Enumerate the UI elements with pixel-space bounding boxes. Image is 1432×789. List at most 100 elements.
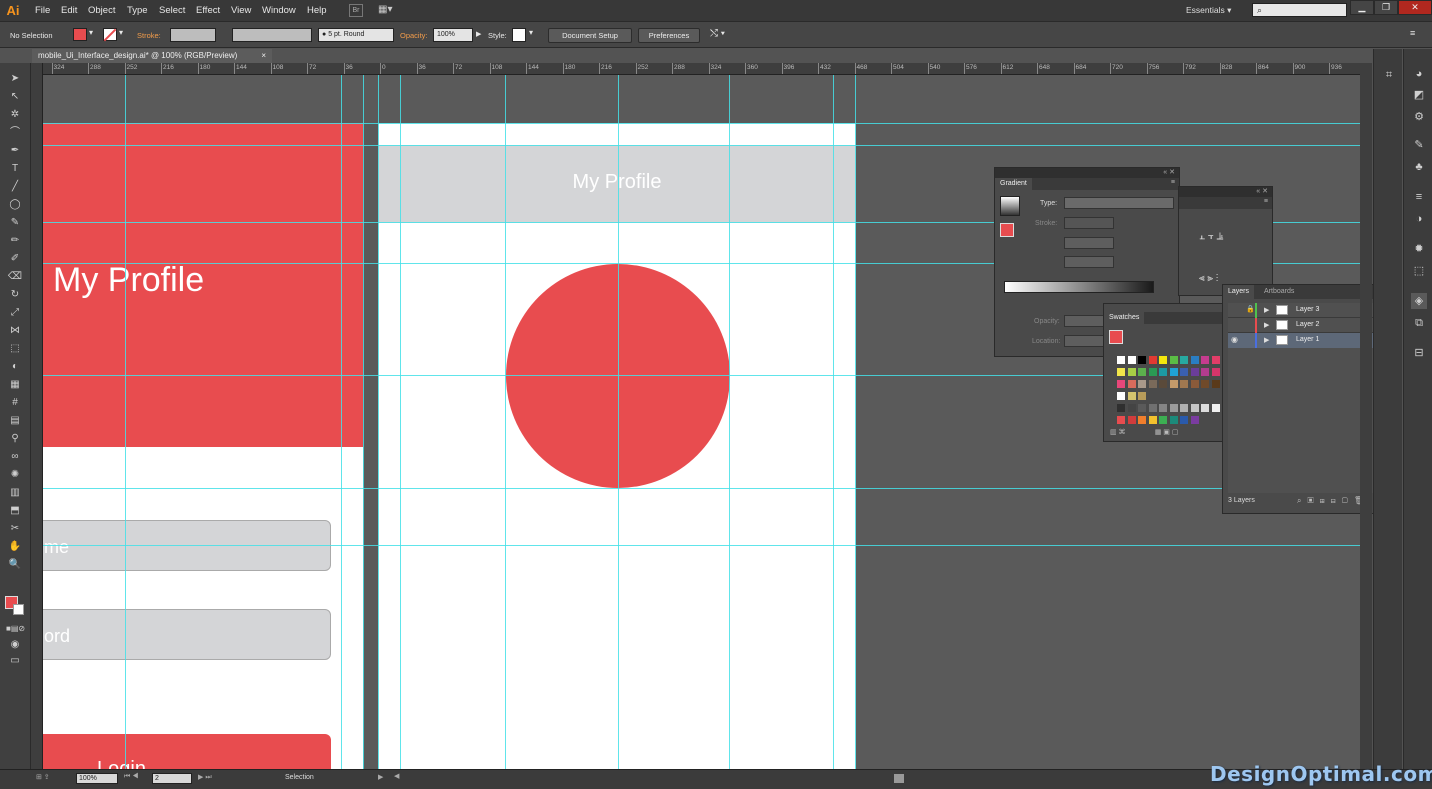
artboards-tab[interactable]: Artboards bbox=[1259, 285, 1300, 299]
paintbrush-tool-icon[interactable]: ✎ bbox=[6, 215, 24, 231]
color-swatch[interactable] bbox=[1180, 380, 1188, 388]
color-swatch[interactable] bbox=[1169, 416, 1178, 424]
graphic-style-swatch[interactable] bbox=[512, 28, 526, 42]
stroke-weight-input[interactable] bbox=[170, 28, 216, 42]
gradient-type-select[interactable] bbox=[1064, 197, 1174, 209]
preferences-button[interactable]: Preferences bbox=[638, 28, 700, 43]
artboard-number-select[interactable]: 2 bbox=[152, 773, 192, 784]
symbols-icon[interactable]: ♣ bbox=[1411, 159, 1427, 175]
symbol-sprayer-tool-icon[interactable]: ✺ bbox=[6, 467, 24, 483]
type-tool-icon[interactable]: T bbox=[6, 161, 24, 177]
color-swatch[interactable] bbox=[1159, 356, 1167, 364]
color-swatch[interactable] bbox=[1169, 404, 1178, 412]
color-swatch[interactable] bbox=[1117, 404, 1125, 412]
scroll-left-icon[interactable]: ◀ bbox=[394, 772, 399, 780]
color-swatch[interactable] bbox=[1201, 404, 1209, 412]
color-swatch[interactable] bbox=[1138, 404, 1146, 412]
status-icons[interactable]: ⊞ ⇪ bbox=[36, 773, 50, 781]
menu-select[interactable]: Select bbox=[159, 5, 185, 16]
color-swatch[interactable] bbox=[1148, 404, 1157, 412]
artboard-2[interactable]: My Profile bbox=[378, 123, 856, 769]
gradient-slider[interactable] bbox=[1004, 281, 1154, 293]
color-swatch[interactable] bbox=[1117, 368, 1125, 376]
rotate-tool-icon[interactable]: ↻ bbox=[6, 287, 24, 303]
color-swatch[interactable] bbox=[1138, 392, 1146, 400]
color-swatch[interactable] bbox=[1169, 380, 1178, 388]
color-swatch[interactable] bbox=[1190, 404, 1199, 412]
expand-arrow-icon[interactable]: ▶ bbox=[1264, 306, 1269, 314]
swatch-fill-indicator[interactable] bbox=[1109, 330, 1123, 344]
gradient-preview-swatch[interactable] bbox=[1000, 196, 1020, 216]
selection-tool-icon[interactable]: ➤ bbox=[6, 71, 24, 87]
hand-tool-icon[interactable]: ✋ bbox=[6, 539, 24, 555]
color-swatch[interactable] bbox=[1159, 416, 1167, 424]
panel-menu-icon[interactable]: ≡ bbox=[1410, 28, 1415, 38]
artboard-nav-next-icons[interactable]: ▶ ⏭ bbox=[198, 773, 212, 782]
zoom-tool-icon[interactable]: 🔍 bbox=[6, 557, 24, 573]
layers-tab[interactable]: Layers bbox=[1223, 285, 1255, 299]
graphic-styles-icon[interactable]: ⬚ bbox=[1411, 263, 1427, 279]
mesh-tool-icon[interactable]: # bbox=[6, 395, 24, 411]
document-setup-button[interactable]: Document Setup bbox=[548, 28, 632, 43]
swatch-library-icons[interactable]: ▥ ⌘ ▦ ▣ ▢ bbox=[1110, 428, 1178, 436]
lock-icon[interactable]: 🔒 bbox=[1246, 305, 1255, 313]
swatches-tab[interactable]: Swatches bbox=[1104, 312, 1145, 324]
magic-wand-tool-icon[interactable]: ✲ bbox=[6, 107, 24, 123]
color-swatch[interactable] bbox=[1169, 368, 1178, 376]
gradient-location-input[interactable] bbox=[1064, 335, 1104, 347]
document-tab[interactable]: mobile_Ui_Interface_design.ai* @ 100% (R… bbox=[32, 49, 272, 63]
width-tool-icon[interactable]: ⋈ bbox=[6, 323, 24, 339]
gradient-tool-icon[interactable]: ▤ bbox=[6, 413, 24, 429]
gradient-fill-swatch[interactable] bbox=[1000, 223, 1014, 237]
color-swatch[interactable] bbox=[1180, 356, 1188, 364]
color-swatch[interactable] bbox=[1148, 416, 1157, 424]
color-swatch[interactable] bbox=[1138, 380, 1146, 388]
expand-arrow-icon[interactable]: ▶ bbox=[1264, 321, 1269, 329]
lasso-tool-icon[interactable]: ⌒ bbox=[6, 125, 24, 141]
blend-tool-icon[interactable]: ∞ bbox=[6, 449, 24, 465]
brush-definition-select[interactable]: ● 5 pt. Round bbox=[318, 28, 394, 42]
color-swatch[interactable] bbox=[1211, 404, 1220, 412]
horizontal-scrollbar[interactable]: ◀ bbox=[392, 773, 1202, 784]
stroke-panel-icon[interactable]: ≡ bbox=[1411, 189, 1427, 205]
color-swatch[interactable] bbox=[1180, 404, 1188, 412]
transparency-icon[interactable]: ◑ bbox=[1411, 211, 1427, 227]
ellipse-tool-icon[interactable]: ◯ bbox=[6, 197, 24, 213]
menu-type[interactable]: Type bbox=[127, 5, 148, 16]
gradient-opacity-input[interactable] bbox=[1064, 315, 1104, 327]
color-swatch[interactable] bbox=[1127, 380, 1136, 388]
navigator-icon[interactable]: ⚙ bbox=[1411, 109, 1427, 125]
menu-edit[interactable]: Edit bbox=[61, 5, 77, 16]
opacity-arrow-icon[interactable]: ▶ bbox=[476, 30, 481, 38]
color-swatch[interactable] bbox=[1159, 368, 1167, 376]
login-button[interactable]: Login bbox=[43, 734, 331, 769]
color-swatch[interactable] bbox=[1211, 368, 1220, 376]
angle-input[interactable] bbox=[1064, 237, 1114, 249]
color-swatch[interactable] bbox=[1180, 368, 1188, 376]
status-menu-arrow[interactable]: ▶ bbox=[378, 773, 383, 781]
layer-name[interactable]: Layer 1 bbox=[1296, 336, 1319, 343]
color-swatch[interactable] bbox=[1190, 380, 1199, 388]
menu-effect[interactable]: Effect bbox=[196, 5, 220, 16]
gradient-tab[interactable]: Gradient bbox=[995, 178, 1032, 190]
transform-icon[interactable]: ⤭ ▾ bbox=[710, 28, 725, 39]
brushes-icon[interactable]: ✎ bbox=[1411, 137, 1427, 153]
panel-menu-icon[interactable]: ≡ bbox=[1171, 179, 1175, 186]
color-swatch[interactable] bbox=[1190, 416, 1199, 424]
password-field[interactable]: ord bbox=[43, 609, 331, 660]
color-swatch[interactable] bbox=[1148, 380, 1157, 388]
menu-view[interactable]: View bbox=[231, 5, 251, 16]
restore-button[interactable]: ❐ bbox=[1374, 0, 1398, 15]
color-swatch[interactable] bbox=[1117, 380, 1125, 388]
align-menu-icon[interactable]: ≡ bbox=[1264, 198, 1268, 205]
close-window-button[interactable]: ✕ bbox=[1398, 0, 1432, 15]
artboard-1[interactable]: My Profile me ord Login bbox=[43, 123, 363, 769]
stroke-gradient-buttons[interactable] bbox=[1064, 217, 1114, 229]
color-swatch[interactable] bbox=[1180, 416, 1188, 424]
arrange-documents-button[interactable]: ▦▾ bbox=[378, 4, 400, 17]
color-swatch[interactable] bbox=[1201, 380, 1209, 388]
minimize-button[interactable]: ▁ bbox=[1350, 0, 1374, 15]
artboard-nav-prev-icons[interactable]: ⏮ ◀ bbox=[124, 773, 139, 781]
color-swatch[interactable] bbox=[1117, 392, 1125, 400]
pen-tool-icon[interactable]: ✒ bbox=[6, 143, 24, 159]
